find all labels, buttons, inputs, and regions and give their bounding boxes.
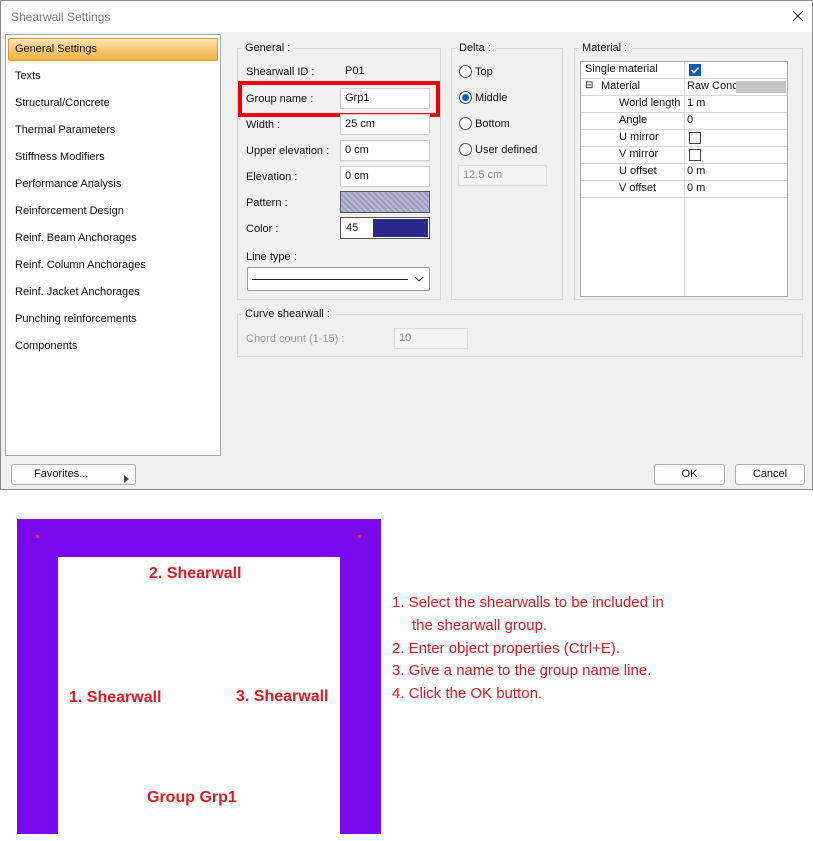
cancel-button[interactable]: Cancel <box>735 464 805 485</box>
corner-node-left <box>36 535 39 538</box>
nav-item-reinf-jacket-anchorages[interactable]: Reinf. Jacket Anchorages <box>15 284 140 300</box>
line-type-preview <box>252 279 408 280</box>
delta-user-defined-radio[interactable] <box>459 143 472 156</box>
favorites-label: Favorites... <box>34 468 89 480</box>
curve-shearwall-legend: Curve shearwall : <box>242 308 333 320</box>
delta-middle-label[interactable]: Middle <box>475 92 507 104</box>
elevation-label: Elevation : <box>246 171 298 183</box>
material-swatch <box>736 81 786 93</box>
color-picker[interactable]: 45 <box>340 217 430 239</box>
pattern-swatch[interactable] <box>340 191 430 213</box>
nav-item-reinforcement-design[interactable]: Reinforcement Design <box>15 203 124 219</box>
material-row-world-length: World length 1 m <box>581 96 787 113</box>
width-label: Width : <box>246 119 281 131</box>
delta-user-value-field[interactable]: 12.5 cm <box>458 165 547 186</box>
collapse-icon[interactable]: ⊟ <box>585 80 593 91</box>
corner-node-right <box>358 535 361 538</box>
instruction-step-4: 4. Click the OK button. <box>392 685 543 702</box>
delta-bottom-label[interactable]: Bottom <box>475 118 510 130</box>
instruction-step-1-cont: the shearwall group. <box>412 617 548 634</box>
settings-nav-list: General Settings Texts Structural/Concre… <box>5 34 221 456</box>
material-row-u-mirror: U mirror <box>581 130 787 147</box>
close-icon[interactable] <box>789 7 807 25</box>
delta-top-radio[interactable] <box>459 65 472 78</box>
material-value[interactable]: Raw Conc <box>687 80 738 92</box>
delta-legend: Delta : <box>456 42 494 54</box>
u-mirror-label: U mirror <box>619 131 659 143</box>
width-field[interactable]: 25 cm <box>340 114 430 135</box>
chevron-right-icon <box>124 471 130 490</box>
nav-item-components[interactable]: Components <box>15 338 77 354</box>
color-label: Color : <box>246 223 279 235</box>
nav-item-performance-analysis[interactable]: Performance Analysis <box>15 176 121 192</box>
delta-top-label[interactable]: Top <box>475 66 493 78</box>
chord-count-field[interactable]: 10 <box>394 328 468 349</box>
elevation-field[interactable]: 0 cm <box>340 166 430 187</box>
material-row-v-mirror: V mirror <box>581 147 787 164</box>
chord-count-label: Chord count (1-15) : <box>246 333 345 345</box>
nav-item-structural-concrete[interactable]: Structural/Concrete <box>15 95 110 111</box>
favorites-button[interactable]: Favorites... <box>11 464 136 485</box>
delta-user-defined-label[interactable]: User defined <box>475 144 537 156</box>
instruction-step-2: 2. Enter object properties (Ctrl+E). <box>392 640 621 657</box>
nav-item-reinf-column-anchorages[interactable]: Reinf. Column Anchorages <box>15 257 146 273</box>
upper-elevation-label: Upper elevation : <box>246 145 330 157</box>
nav-item-thermal-parameters[interactable]: Thermal Parameters <box>15 122 115 138</box>
shearwall-2-shape <box>17 519 381 557</box>
material-property-grid: Single material ⊟ Material Raw Conc Worl… <box>580 61 788 297</box>
shearwall-3-shape <box>340 519 381 834</box>
nav-item-texts[interactable]: Texts <box>15 68 41 84</box>
v-offset-value[interactable]: 0 m <box>687 182 705 194</box>
general-legend: General : <box>242 42 294 54</box>
shearwall-1-shape <box>17 519 58 834</box>
material-row-u-offset: U offset 0 m <box>581 164 787 181</box>
shearwall-3-label: 3. Shearwall <box>236 688 329 705</box>
nav-item-general-settings[interactable]: General Settings <box>15 41 97 57</box>
u-offset-label: U offset <box>619 165 657 177</box>
material-row-angle: Angle 0 <box>581 113 787 130</box>
material-row-v-offset: V offset 0 m <box>581 181 787 198</box>
nav-item-punching-reinforcements[interactable]: Punching reinforcements <box>15 311 137 327</box>
upper-elevation-field[interactable]: 0 cm <box>340 140 430 161</box>
ok-button[interactable]: OK <box>654 464 725 485</box>
angle-value[interactable]: 0 <box>687 114 693 126</box>
material-label: Material <box>601 80 641 92</box>
u-offset-value[interactable]: 0 m <box>687 165 705 177</box>
color-swatch <box>373 219 428 237</box>
delta-middle-radio[interactable] <box>459 91 472 104</box>
u-mirror-checkbox[interactable] <box>689 132 701 144</box>
shearwall-2-label: 2. Shearwall <box>149 565 242 582</box>
world-length-value[interactable]: 1 m <box>687 97 705 109</box>
shearwall-id-field[interactable]: P01 <box>340 61 430 82</box>
instruction-step-1: 1. Select the shearwalls to be included … <box>392 594 664 611</box>
shearwall-1-label: 1. Shearwall <box>69 689 162 706</box>
delta-bottom-radio[interactable] <box>459 117 472 130</box>
material-legend: Material : <box>579 42 631 54</box>
v-mirror-label: V mirror <box>619 148 659 160</box>
v-offset-label: V offset <box>619 182 657 194</box>
color-index: 45 <box>346 222 359 234</box>
group-name-highlight-box <box>238 81 440 117</box>
v-mirror-checkbox[interactable] <box>689 149 701 161</box>
nav-item-reinf-beam-anchorages[interactable]: Reinf. Beam Anchorages <box>15 230 137 246</box>
line-type-label: Line type : <box>246 251 297 263</box>
material-row-single-material: Single material <box>581 62 787 79</box>
line-type-select[interactable] <box>247 267 430 291</box>
angle-label: Angle <box>619 114 648 126</box>
single-material-checkbox[interactable] <box>689 64 701 76</box>
shearwall-id-label: Shearwall ID : <box>246 66 315 78</box>
instruction-step-3: 3. Give a name to the group name line. <box>392 662 652 679</box>
chevron-down-icon <box>414 274 424 287</box>
shearwall-settings-dialog: Shearwall Settings General Settings Text… <box>0 0 813 490</box>
title-bar: Shearwall Settings <box>1 1 812 32</box>
material-row-material: ⊟ Material Raw Conc <box>581 79 787 96</box>
world-length-label: World length <box>619 97 681 109</box>
pattern-label: Pattern : <box>246 197 288 209</box>
single-material-label: Single material <box>585 63 658 75</box>
window-title: Shearwall Settings <box>11 10 111 24</box>
nav-item-stiffness-modifiers[interactable]: Stiffness Modifiers <box>15 149 105 165</box>
group-label: Group Grp1 <box>147 789 237 806</box>
